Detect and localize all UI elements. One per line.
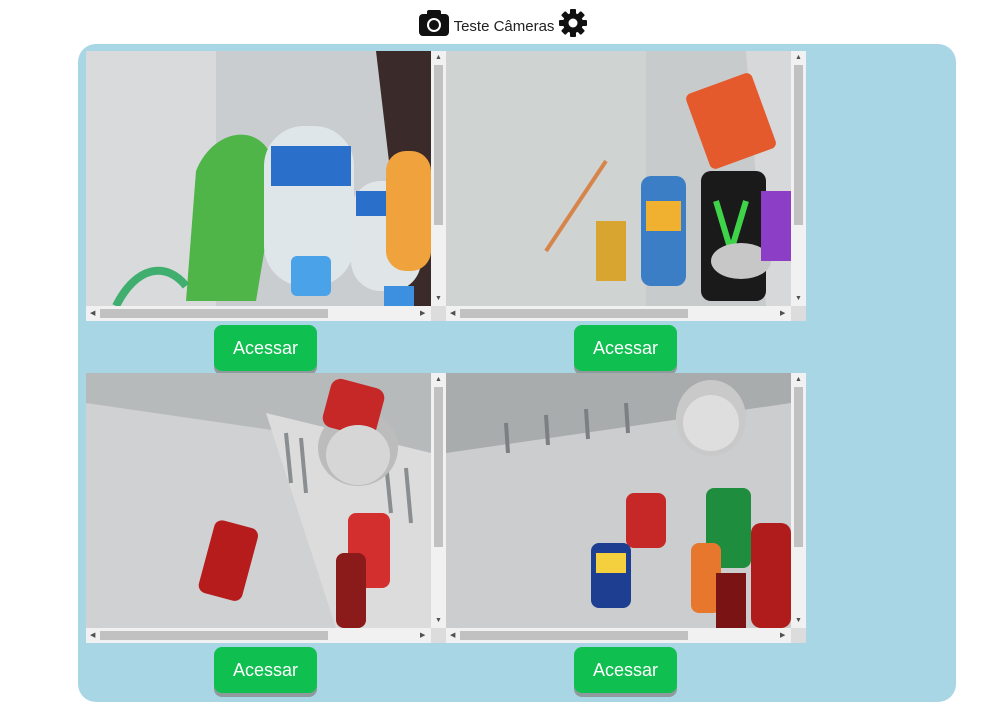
camera-2-horizontal-scrollbar[interactable]: ◀ ▶: [446, 306, 791, 321]
camera-3-horizontal-scrollbar[interactable]: ◀ ▶: [86, 628, 431, 643]
camera-1-access-button[interactable]: Acessar: [214, 325, 317, 371]
header: Teste Câmeras: [0, 6, 1006, 40]
camera-panel: ▲ ▼ ◀ ▶ Acessar ▲ ▼ ◀ ▶ Acessar ▲ ▼ ◀ ▶ …: [78, 44, 956, 702]
camera-3-feed: [86, 373, 431, 628]
camera-1-horizontal-scrollbar[interactable]: ◀ ▶: [86, 306, 431, 321]
camera-2-vertical-scrollbar[interactable]: ▲ ▼: [791, 51, 806, 306]
camera-4-feed: [446, 373, 791, 628]
camera-3-viewport[interactable]: ▲ ▼ ◀ ▶: [86, 373, 446, 643]
camera-4-vertical-scrollbar[interactable]: ▲ ▼: [791, 373, 806, 628]
camera-1-viewport[interactable]: ▲ ▼ ◀ ▶: [86, 51, 446, 321]
camera-icon: [418, 9, 450, 37]
gear-icon[interactable]: [558, 8, 588, 38]
camera-2-viewport[interactable]: ▲ ▼ ◀ ▶: [446, 51, 806, 321]
camera-4-access-button[interactable]: Acessar: [574, 647, 677, 693]
camera-1-vertical-scrollbar[interactable]: ▲ ▼: [431, 51, 446, 306]
camera-3-access-button[interactable]: Acessar: [214, 647, 317, 693]
camera-4-horizontal-scrollbar[interactable]: ◀ ▶: [446, 628, 791, 643]
camera-3-vertical-scrollbar[interactable]: ▲ ▼: [431, 373, 446, 628]
camera-4-viewport[interactable]: ▲ ▼ ◀ ▶: [446, 373, 806, 643]
camera-2-feed: [446, 51, 791, 306]
camera-2-access-button[interactable]: Acessar: [574, 325, 677, 371]
camera-1-feed: [86, 51, 431, 306]
page-title: Teste Câmeras: [453, 17, 555, 35]
